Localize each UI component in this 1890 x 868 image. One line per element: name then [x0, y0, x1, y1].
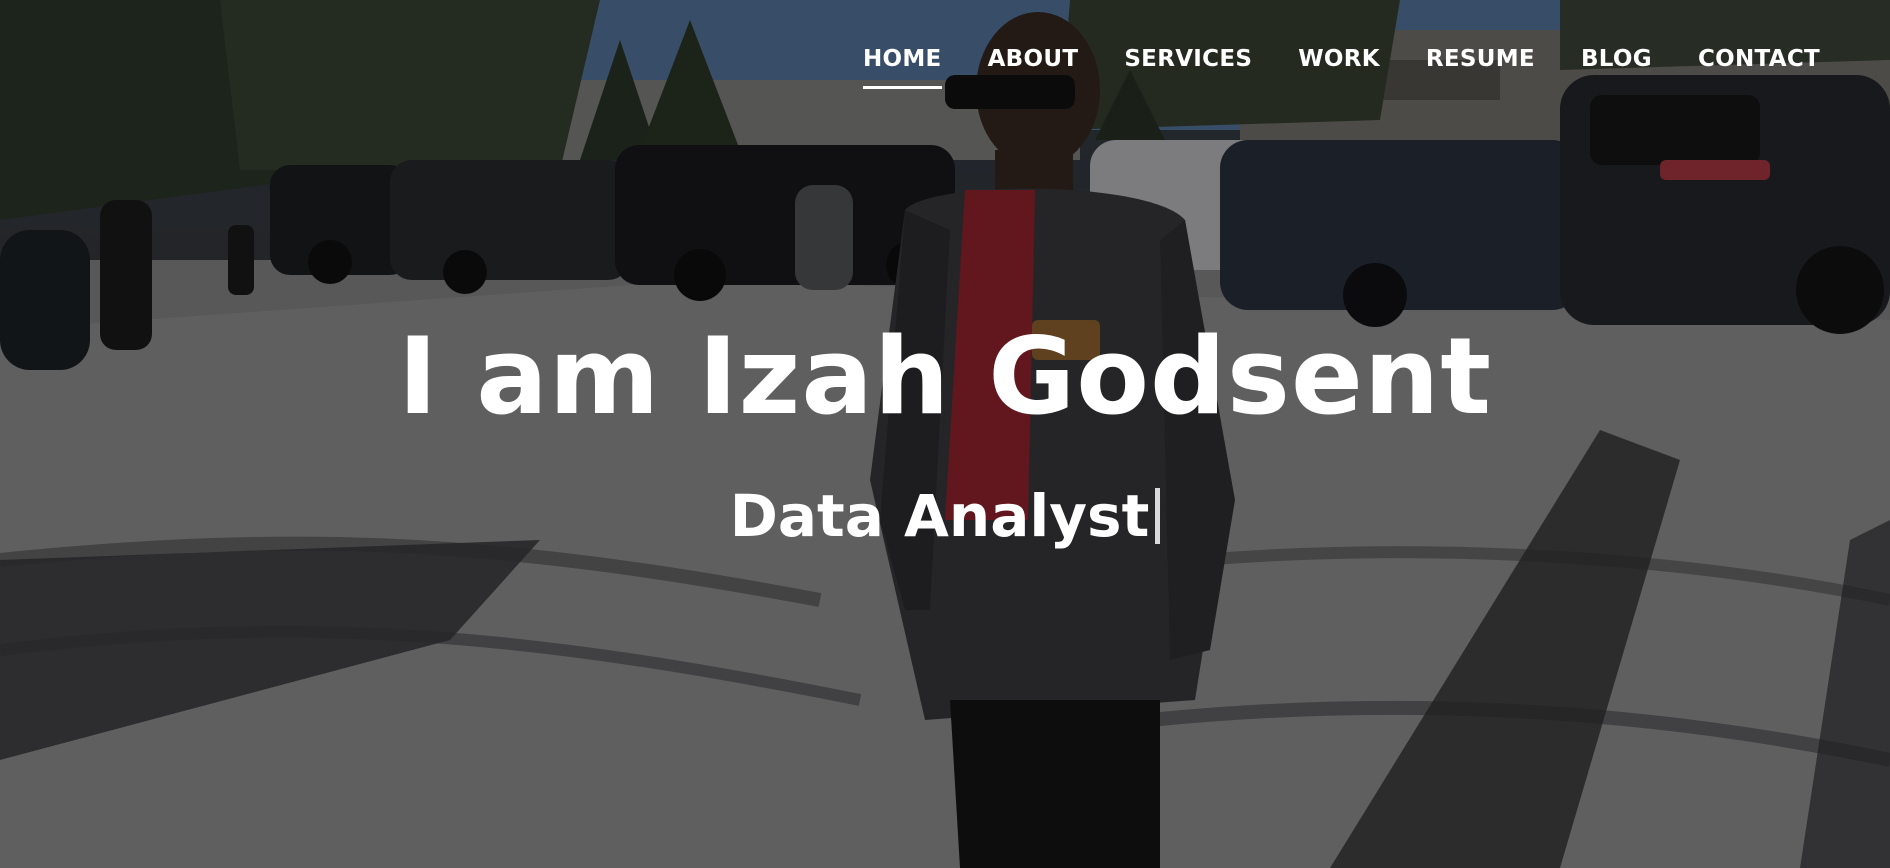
nav-contact-link[interactable]: CONTACT: [1698, 46, 1820, 72]
nav-blog-link[interactable]: BLOG: [1581, 46, 1652, 72]
nav-services-link[interactable]: SERVICES: [1124, 46, 1252, 72]
hero-headline: I am Izah Godsent: [397, 315, 1493, 438]
nav-home-link[interactable]: HOME: [862, 46, 942, 89]
hero-subtitle-wrapper: Data Analyst: [0, 482, 1890, 550]
typing-caret: [1155, 488, 1161, 544]
nav-resume-link[interactable]: RESUME: [1426, 46, 1535, 72]
hero-subtitle: Data Analyst: [729, 482, 1150, 550]
nav-work-link[interactable]: WORK: [1298, 46, 1380, 72]
nav-about-link[interactable]: ABOUT: [988, 46, 1079, 72]
hero-section: HOME ABOUT SERVICES WORK RESUME BLOG CON…: [0, 0, 1890, 868]
main-navigation: HOME ABOUT SERVICES WORK RESUME BLOG CON…: [860, 46, 1820, 89]
